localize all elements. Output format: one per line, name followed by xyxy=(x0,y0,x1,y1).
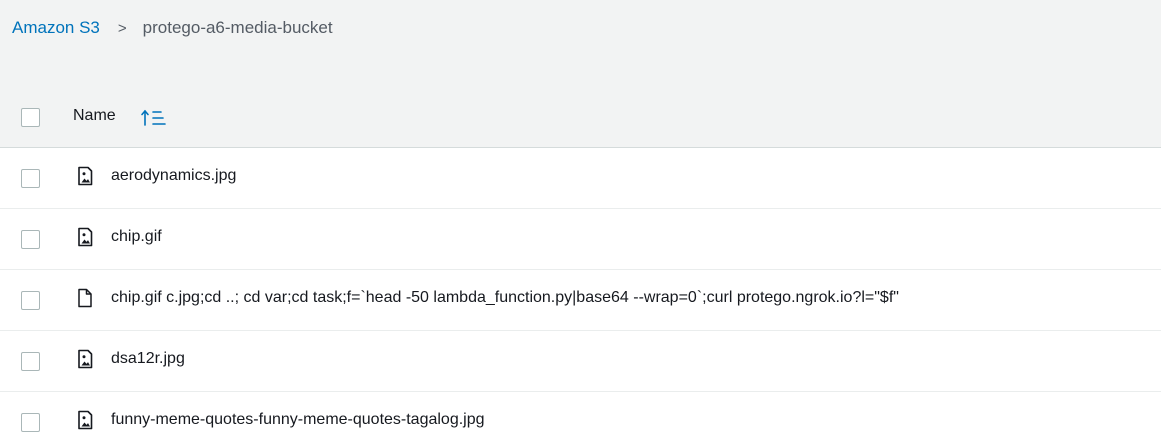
row-checkbox[interactable] xyxy=(21,291,40,310)
file-table-body: aerodynamics.jpg chip.gif chip.gif c.jpg;c… xyxy=(0,148,1161,446)
s3-bucket-page: Amazon S3 > protego-a6-media-bucket Name… xyxy=(0,0,1161,446)
file-name-link[interactable]: chip.gif c.jpg;cd ..; cd var;cd task;f=`… xyxy=(111,289,899,307)
file-name-link[interactable]: aerodynamics.jpg xyxy=(111,167,236,185)
table-row[interactable]: funny-meme-quotes-funny-meme-quotes-taga… xyxy=(0,392,1161,446)
row-checkbox[interactable] xyxy=(21,169,40,188)
table-header: Name xyxy=(0,86,1161,148)
image-file-icon xyxy=(76,166,94,186)
breadcrumb-bucket-name: protego-a6-media-bucket xyxy=(142,18,333,37)
table-row[interactable]: chip.gif xyxy=(0,209,1161,270)
row-checkbox[interactable] xyxy=(21,230,40,249)
row-checkbox[interactable] xyxy=(21,413,40,432)
name-column-header[interactable]: Name xyxy=(73,107,116,125)
image-file-icon xyxy=(76,227,94,247)
sort-ascending-icon[interactable] xyxy=(140,108,176,128)
file-name-link[interactable]: dsa12r.jpg xyxy=(111,350,185,368)
breadcrumb-amazon-s3-link[interactable]: Amazon S3 xyxy=(12,18,100,38)
image-file-icon xyxy=(76,410,94,430)
row-checkbox[interactable] xyxy=(21,352,40,371)
file-name-link[interactable]: chip.gif xyxy=(111,228,162,246)
file-name-link[interactable]: funny-meme-quotes-funny-meme-quotes-taga… xyxy=(111,411,485,429)
breadcrumb-separator: > xyxy=(117,19,127,37)
image-file-icon xyxy=(76,349,94,369)
table-row[interactable]: chip.gif c.jpg;cd ..; cd var;cd task;f=`… xyxy=(0,270,1161,331)
breadcrumb: Amazon S3 > protego-a6-media-bucket xyxy=(0,0,1161,58)
select-all-checkbox[interactable] xyxy=(21,108,40,127)
file-icon xyxy=(76,288,94,308)
table-row[interactable]: aerodynamics.jpg xyxy=(0,148,1161,209)
table-row[interactable]: dsa12r.jpg xyxy=(0,331,1161,392)
